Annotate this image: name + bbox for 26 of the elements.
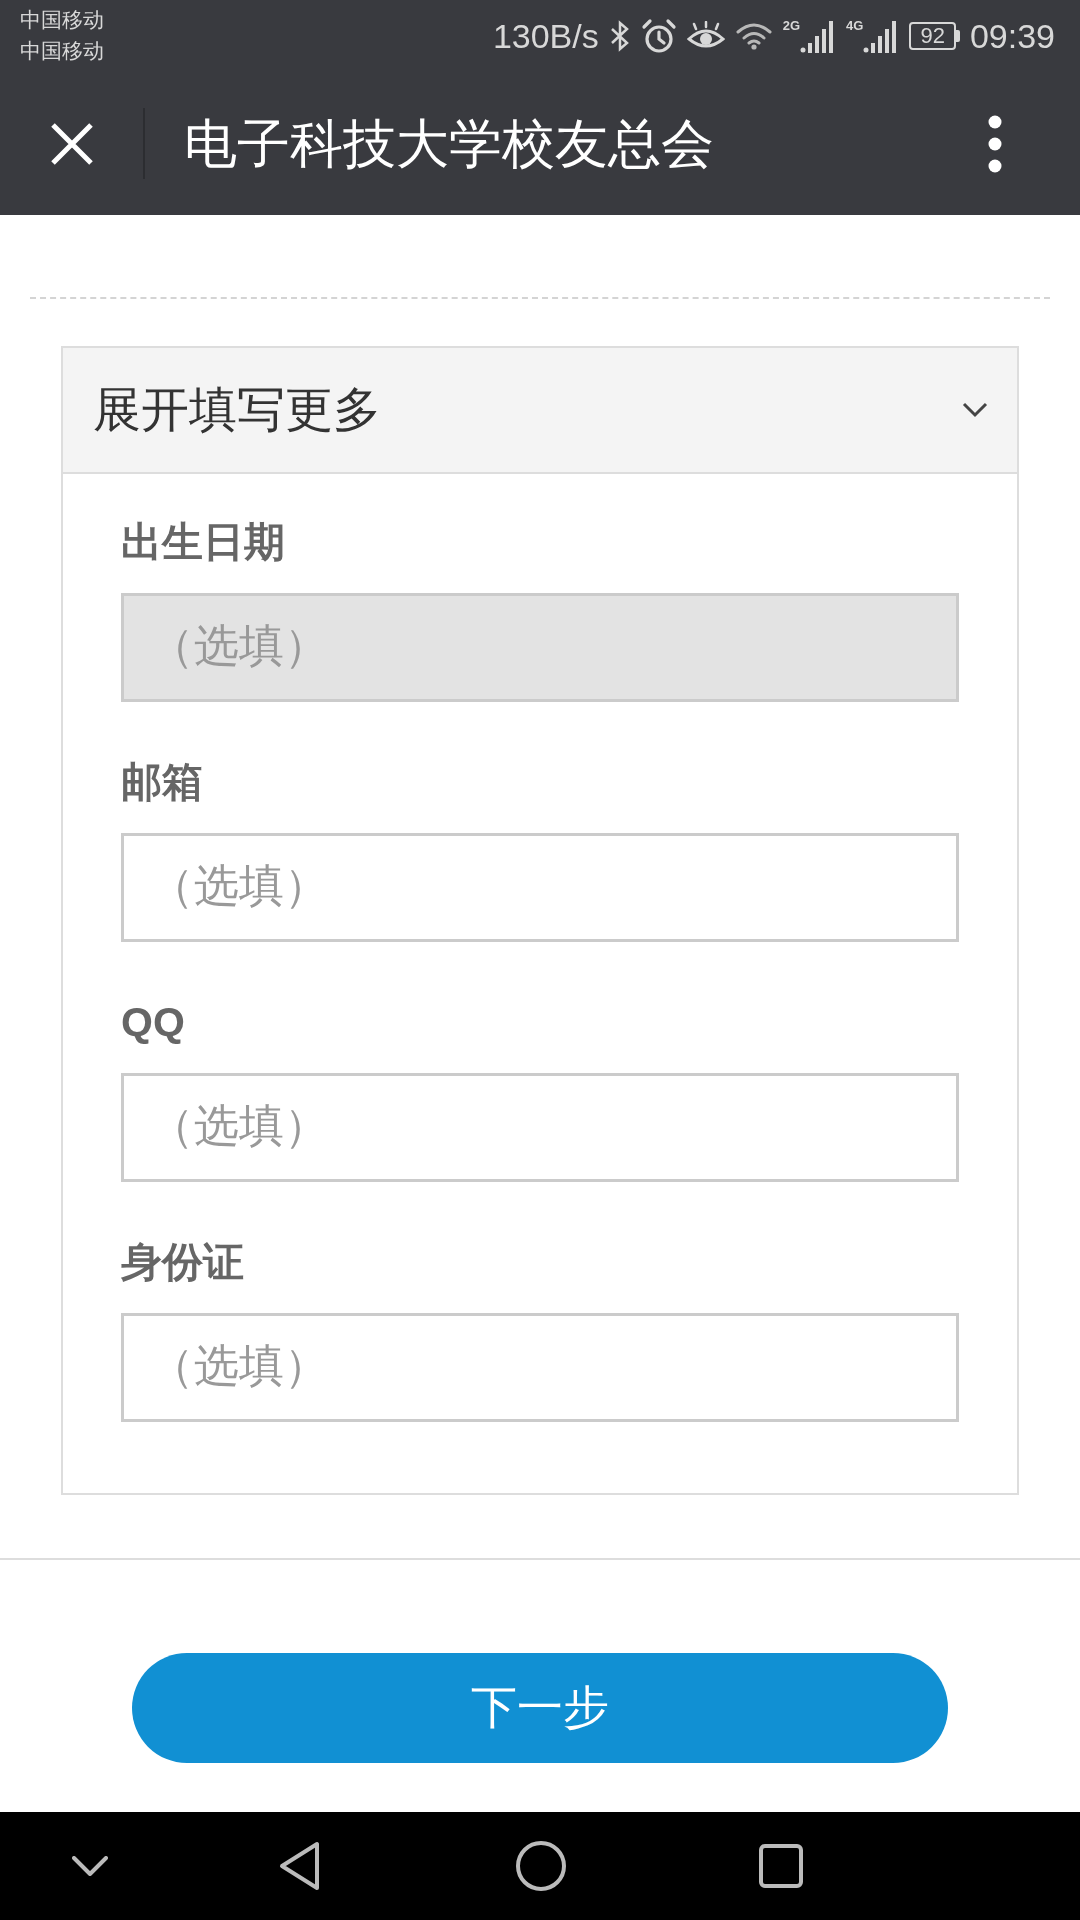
home-icon[interactable] [516, 1841, 566, 1891]
field-label: 出生日期 [121, 518, 286, 567]
chevron-down-icon[interactable] [72, 1856, 108, 1876]
back-icon[interactable] [279, 1841, 321, 1891]
text-input[interactable]: （选填） [121, 1313, 959, 1422]
expand-more-toggle[interactable]: 展开填写更多 [63, 348, 1017, 474]
alarm-clock-icon [640, 18, 677, 54]
field-label: 身份证 [121, 1238, 245, 1287]
carrier-name: 中国移动 [20, 7, 104, 34]
battery-indicator: 92 [909, 22, 960, 50]
carrier-name: 中国移动 [20, 38, 104, 65]
network-type-label: 4G [846, 19, 864, 33]
close-icon[interactable] [50, 121, 94, 166]
page-title: 电子科技大学校友总会 [184, 112, 714, 175]
next-button[interactable]: 下一步 [132, 1653, 948, 1763]
text-input[interactable]: （选填） [121, 1073, 959, 1182]
field-label: QQ [121, 998, 186, 1047]
more-menu-icon[interactable] [988, 114, 1002, 173]
network-type-label: 2G [782, 19, 801, 33]
text-input[interactable]: （选填） [121, 833, 959, 942]
field-label: 邮箱 [121, 758, 204, 807]
wifi-icon [734, 22, 773, 50]
chevron-down-icon [962, 402, 988, 418]
network-speed: 130B/s [492, 16, 599, 56]
clock-time: 09:39 [969, 16, 1055, 56]
recent-apps-icon[interactable] [759, 1844, 803, 1888]
